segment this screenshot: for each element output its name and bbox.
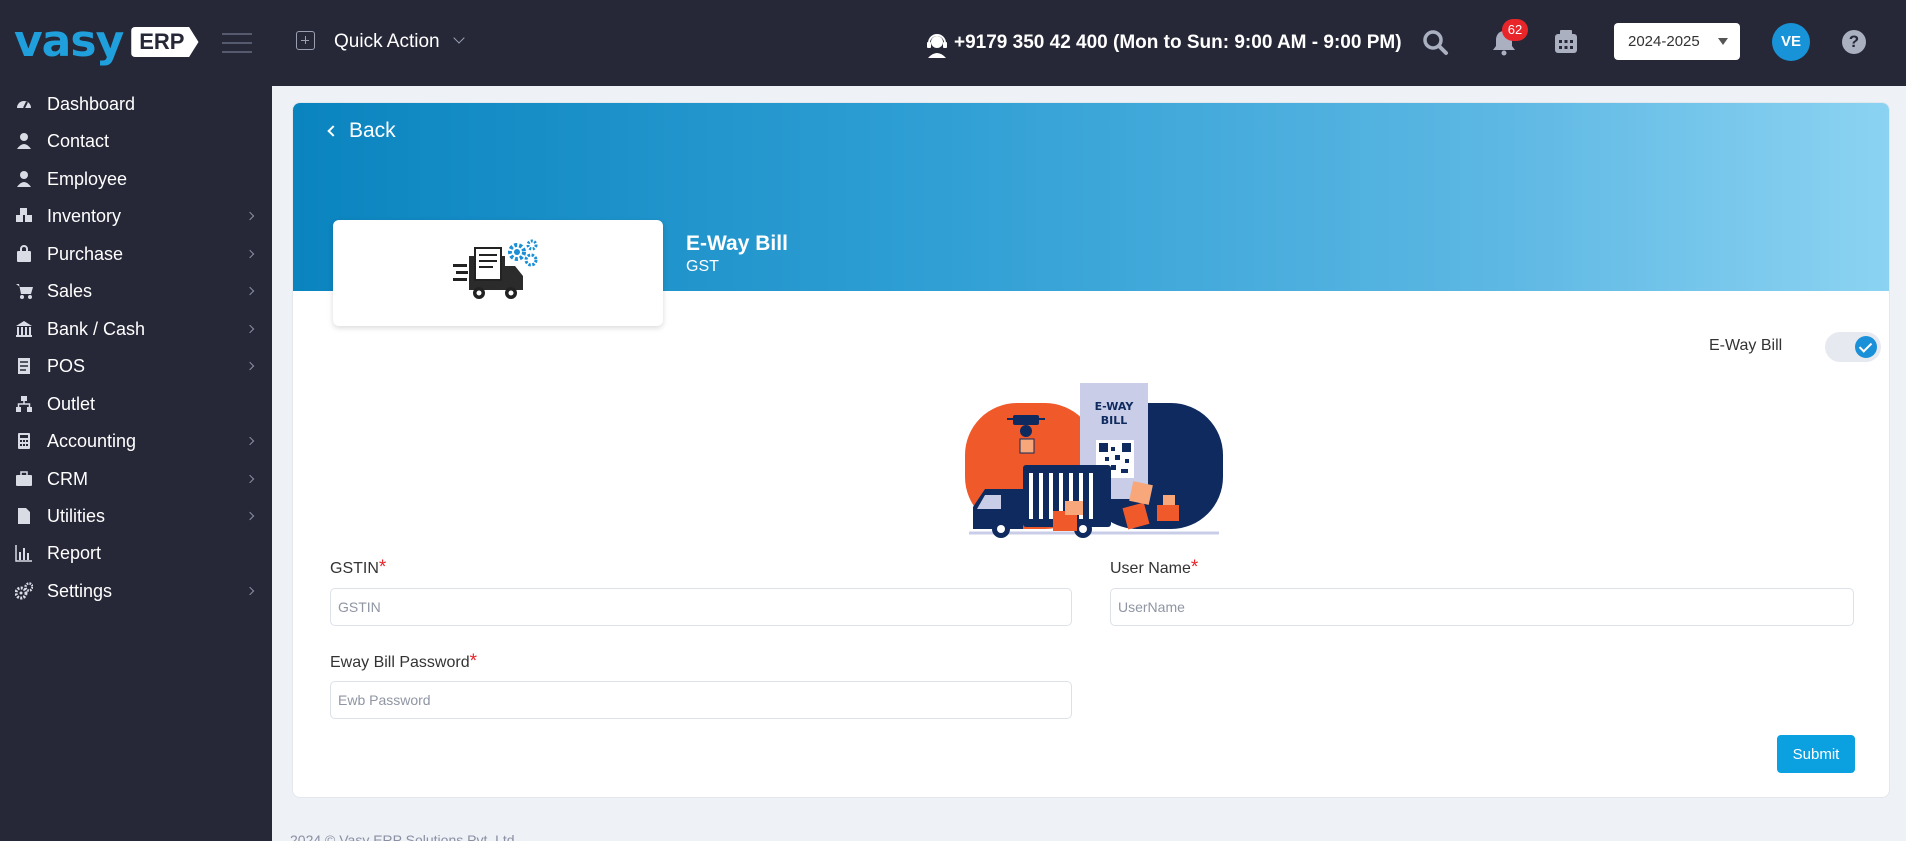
- sidebar-item-label: Employee: [47, 168, 128, 189]
- footer-copyright: 2024 © Vasy ERP Solutions Pvt. Ltd.: [290, 832, 519, 841]
- sitemap-icon: [16, 396, 32, 412]
- sidebar-item-label: Sales: [47, 280, 93, 301]
- required-marker: *: [1190, 557, 1199, 578]
- quick-action-menu[interactable]: Quick Action: [334, 31, 440, 53]
- sidebar-item-bank-cash[interactable]: Bank / Cash: [0, 311, 272, 347]
- sidebar-item-label: Outlet: [47, 393, 96, 414]
- back-button[interactable]: Back: [327, 119, 396, 143]
- password-label: Eway Bill Password*: [330, 651, 477, 673]
- chevron-right-icon: [245, 249, 255, 259]
- eway-bill-toggle-label: E-Way Bill: [1709, 337, 1783, 354]
- logo-wordmark: vasy: [14, 16, 124, 67]
- chevron-right-icon: [245, 474, 255, 484]
- sidebar-item-crm[interactable]: CRM: [0, 461, 272, 497]
- username-input[interactable]: [1110, 588, 1854, 626]
- password-label-text: Eway Bill Password: [330, 654, 470, 671]
- sidebar-item-label: Report: [47, 542, 102, 563]
- eway-bill-password-input[interactable]: [330, 681, 1072, 719]
- dashboard-icon: [17, 101, 31, 109]
- sidebar-item-utilities[interactable]: Utilities: [0, 498, 272, 534]
- chevron-right-icon: [245, 361, 255, 371]
- sidebar-item-pos[interactable]: POS: [0, 348, 272, 384]
- sidebar-item-label: Settings: [47, 580, 113, 601]
- delivery-truck-gear-icon: [453, 239, 538, 299]
- notification-badge: 62: [1502, 19, 1528, 41]
- calculator-icon: [18, 433, 30, 449]
- cart-icon: [16, 284, 33, 299]
- financial-year-select[interactable]: 2024-2025: [1614, 23, 1740, 60]
- user-avatar[interactable]: VE: [1772, 23, 1810, 61]
- plus-square-icon[interactable]: [296, 31, 315, 50]
- chevron-right-icon: [245, 436, 255, 446]
- eway-bill-card: Back E-Way Bill GST E-Way Bill E-WAY BIL…: [292, 102, 1890, 798]
- illustration-text-eway: E-WAY: [1095, 400, 1135, 413]
- sidebar-item-label: CRM: [47, 468, 88, 489]
- chevron-left-icon: [327, 125, 339, 137]
- menu-toggle-icon[interactable]: [222, 33, 252, 60]
- back-label: Back: [349, 119, 396, 142]
- logo-erp-tag: ERP: [131, 27, 199, 57]
- chevron-right-icon: [245, 211, 255, 221]
- user-icon: [17, 171, 31, 187]
- search-icon[interactable]: [1421, 28, 1449, 56]
- page-subtitle: GST: [686, 258, 719, 275]
- sidebar-item-label: Dashboard: [47, 93, 136, 114]
- sidebar-item-sales[interactable]: Sales: [0, 273, 272, 309]
- sidebar-item-purchase[interactable]: Purchase: [0, 236, 272, 272]
- briefcase-icon: [16, 471, 32, 486]
- sidebar-item-label: Purchase: [47, 243, 124, 264]
- support-phone-text: +9179 350 42 400 (Mon to Sun: 9:00 AM - …: [954, 32, 1402, 53]
- sidebar-item-label: POS: [47, 355, 86, 376]
- sidebar-item-report[interactable]: Report: [0, 535, 272, 571]
- page-title: E-Way Bill: [686, 232, 788, 255]
- chevron-right-icon: [245, 324, 255, 334]
- shopping-bag-icon: [17, 245, 31, 262]
- eway-bill-illustration: E-WAY BILL: [965, 383, 1223, 538]
- username-label: User Name*: [1110, 557, 1198, 579]
- submit-button[interactable]: Submit: [1777, 735, 1855, 773]
- sidebar-item-label: Accounting: [47, 430, 137, 451]
- sidebar-item-accounting[interactable]: Accounting: [0, 423, 272, 459]
- app-logo-card: [333, 220, 663, 326]
- gstin-input[interactable]: [330, 588, 1072, 626]
- cubes-icon: [16, 208, 32, 222]
- sidebar-item-label: Bank / Cash: [47, 318, 146, 339]
- bank-icon: [16, 321, 32, 337]
- calculator-icon[interactable]: [1552, 28, 1580, 56]
- user-icon: [17, 133, 31, 149]
- eway-bill-toggle[interactable]: [1825, 332, 1881, 362]
- check-icon: [1855, 336, 1877, 358]
- receipt-icon: [18, 358, 30, 374]
- sidebar-item-dashboard[interactable]: Dashboard: [0, 86, 272, 122]
- top-bar: vasy ERP Quick Action +9179 350 42 400 (…: [0, 0, 1906, 86]
- illustration-text-bill: BILL: [1101, 414, 1128, 427]
- headset-icon: [927, 34, 947, 58]
- sidebar-item-employee[interactable]: Employee: [0, 161, 272, 197]
- sidebar-item-contact[interactable]: Contact: [0, 123, 272, 159]
- vasy-erp-logo[interactable]: vasy ERP: [14, 20, 199, 64]
- sidebar-item-label: Contact: [47, 130, 110, 151]
- username-label-text: User Name: [1110, 560, 1191, 577]
- file-icon: [18, 508, 30, 524]
- gstin-label: GSTIN*: [330, 557, 386, 579]
- chevron-right-icon: [245, 286, 255, 296]
- chevron-right-icon: [245, 586, 255, 596]
- bar-chart-icon: [15, 545, 32, 562]
- sidebar-item-label: Inventory: [47, 205, 122, 226]
- chevron-down-icon[interactable]: [453, 32, 465, 44]
- required-marker: *: [469, 651, 478, 672]
- chevron-right-icon: [245, 511, 255, 521]
- sidebar: Dashboard Contact Employee Inventory Purchas…: [0, 86, 272, 841]
- sidebar-item-outlet[interactable]: Outlet: [0, 386, 272, 422]
- required-marker: *: [378, 557, 387, 578]
- gstin-label-text: GSTIN: [330, 560, 379, 577]
- gears-icon: [15, 582, 33, 600]
- sidebar-item-settings[interactable]: Settings: [0, 573, 272, 609]
- help-icon[interactable]: ?: [1842, 30, 1866, 54]
- sidebar-item-inventory[interactable]: Inventory: [0, 198, 272, 234]
- sidebar-item-label: Utilities: [47, 505, 106, 526]
